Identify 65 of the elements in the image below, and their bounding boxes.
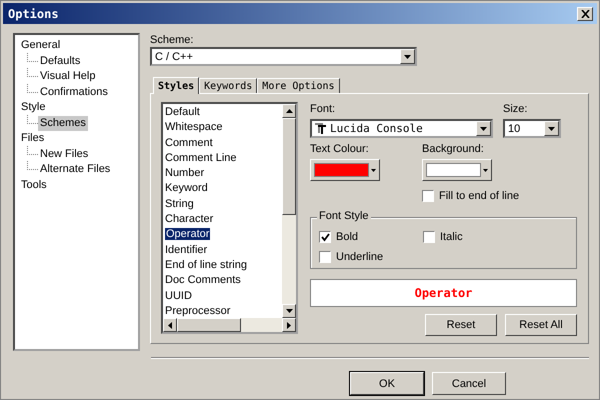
list-item[interactable]: String bbox=[165, 198, 194, 210]
list-item[interactable]: Operator bbox=[165, 228, 210, 240]
dialog-button[interactable]: Cancel bbox=[432, 372, 506, 395]
list-item[interactable]: Identifier bbox=[165, 244, 208, 256]
tree-item[interactable]: General bbox=[19, 38, 62, 54]
text-colour-picker[interactable] bbox=[310, 159, 380, 181]
checkbox-label: Italic bbox=[440, 230, 463, 244]
checkbox[interactable] bbox=[422, 190, 434, 202]
scheme-label: Scheme: bbox=[150, 33, 194, 47]
tree-item[interactable]: Tools bbox=[19, 178, 49, 193]
checkbox[interactable] bbox=[319, 251, 331, 263]
tree-item[interactable]: Confirmations bbox=[38, 84, 110, 100]
font-label: Font: bbox=[310, 102, 336, 116]
list-item[interactable]: Default bbox=[165, 106, 200, 118]
close-icon bbox=[580, 10, 590, 18]
list-item[interactable]: UUID bbox=[165, 290, 192, 302]
tree-item[interactable]: Style bbox=[19, 100, 48, 116]
tab[interactable]: More Options bbox=[257, 78, 340, 93]
list-item[interactable]: End of line string bbox=[165, 258, 247, 271]
list-item[interactable]: Comment Line bbox=[165, 152, 237, 164]
dropdown-arrow-icon bbox=[371, 168, 376, 172]
tree-item[interactable]: Alternate Files bbox=[38, 162, 112, 178]
dialog-button[interactable]: OK bbox=[350, 372, 424, 395]
text-colour-label: Text Colour: bbox=[310, 142, 370, 156]
truetype-icon bbox=[315, 123, 326, 134]
scroll-right-icon[interactable] bbox=[282, 318, 296, 332]
list-item[interactable]: Keyword bbox=[165, 182, 208, 194]
font-dropdown[interactable]: Lucida Console bbox=[310, 119, 493, 138]
list-item[interactable]: Preprocessor bbox=[165, 304, 230, 317]
group-title: Font Style bbox=[317, 210, 371, 222]
list-item[interactable]: Whitespace bbox=[165, 121, 222, 134]
checkbox-label: Bold bbox=[336, 230, 358, 244]
list-item[interactable]: Number bbox=[165, 167, 204, 180]
size-dropdown[interactable]: 10 bbox=[503, 119, 561, 138]
list-item[interactable]: Character bbox=[165, 213, 214, 226]
tab[interactable]: Keywords bbox=[199, 78, 258, 93]
tree-item[interactable]: Visual Help bbox=[38, 69, 98, 84]
close-button[interactable] bbox=[577, 6, 593, 20]
reset-button[interactable]: Reset bbox=[425, 314, 497, 336]
list-item[interactable]: Doc Comments bbox=[165, 274, 241, 286]
tab[interactable]: Styles bbox=[153, 77, 200, 94]
scheme-dropdown[interactable]: C / C++ bbox=[150, 47, 417, 66]
vertical-scrollbar[interactable] bbox=[282, 104, 296, 318]
tree-item[interactable]: Schemes bbox=[38, 116, 88, 131]
dropdown-arrow-icon bbox=[483, 168, 488, 172]
checkbox-label: Fill to end of line bbox=[439, 189, 520, 203]
background-colour-picker[interactable] bbox=[422, 159, 492, 181]
scroll-thumb[interactable] bbox=[177, 318, 241, 332]
window-title: Options bbox=[8, 6, 59, 20]
reset-button[interactable]: Reset All bbox=[505, 314, 577, 336]
preview-text: Operator bbox=[414, 286, 472, 300]
list-item[interactable]: Comment bbox=[165, 136, 213, 149]
scroll-thumb[interactable] bbox=[282, 118, 296, 215]
tree-item[interactable]: Files bbox=[19, 131, 46, 146]
scroll-down-icon[interactable] bbox=[282, 304, 296, 318]
tree-item[interactable]: New Files bbox=[38, 146, 90, 162]
size-label: Size: bbox=[503, 102, 528, 116]
scroll-up-icon[interactable] bbox=[282, 104, 296, 118]
horizontal-scrollbar[interactable] bbox=[163, 318, 296, 332]
tree-item[interactable]: Defaults bbox=[38, 54, 82, 69]
checkbox-label: Underline bbox=[336, 250, 384, 264]
scroll-left-icon[interactable] bbox=[163, 318, 177, 332]
checkbox[interactable] bbox=[319, 231, 331, 243]
background-label: Background: bbox=[422, 142, 485, 156]
checkbox[interactable] bbox=[423, 231, 435, 243]
